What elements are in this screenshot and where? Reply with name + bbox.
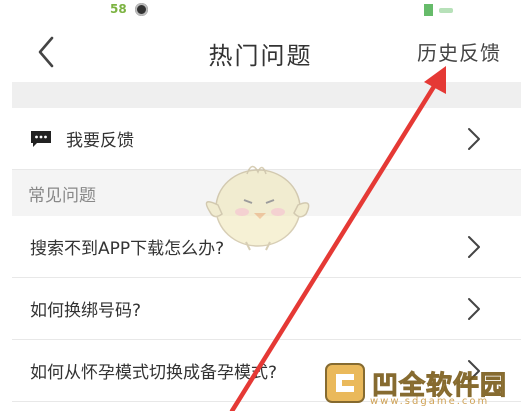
chevron-left-icon — [38, 36, 54, 68]
faq-item[interactable]: 如何从怀孕模式切换成备孕模式? — [12, 340, 521, 402]
faq-item-label: 搜索不到APP下载怎么办? — [30, 239, 225, 259]
chevron-right-icon — [468, 235, 480, 258]
app-badge-58: 58 — [110, 2, 127, 16]
faq-item[interactable]: 搜索不到APP下载怎么办? — [12, 216, 521, 278]
history-feedback-link[interactable]: 历史反馈 — [417, 37, 501, 66]
nav-bar: 热门问题 历史反馈 — [0, 22, 521, 82]
faq-item-label: 如何从怀孕模式切换成备孕模式? — [30, 363, 278, 383]
chevron-right-icon — [468, 359, 480, 382]
faq-section-title: 常见问题 — [28, 185, 96, 206]
signal-icon — [439, 7, 453, 13]
feedback-label: 我要反馈 — [66, 131, 134, 151]
faq-item[interactable]: 如何换绑号码? — [12, 278, 521, 340]
back-button[interactable] — [30, 34, 70, 70]
message-icon — [31, 130, 51, 147]
battery-icon — [424, 4, 433, 16]
status-left: 58 — [110, 2, 148, 16]
spacer-band — [12, 82, 521, 108]
chevron-right-icon — [468, 127, 480, 150]
feedback-row[interactable]: 我要反馈 — [12, 108, 521, 170]
status-right — [424, 4, 453, 16]
status-bar: 58 — [0, 0, 521, 22]
faq-section-header: 常见问题 — [12, 170, 521, 216]
chevron-right-icon — [468, 297, 480, 320]
record-icon — [134, 2, 148, 16]
faq-item-label: 如何换绑号码? — [30, 301, 142, 321]
